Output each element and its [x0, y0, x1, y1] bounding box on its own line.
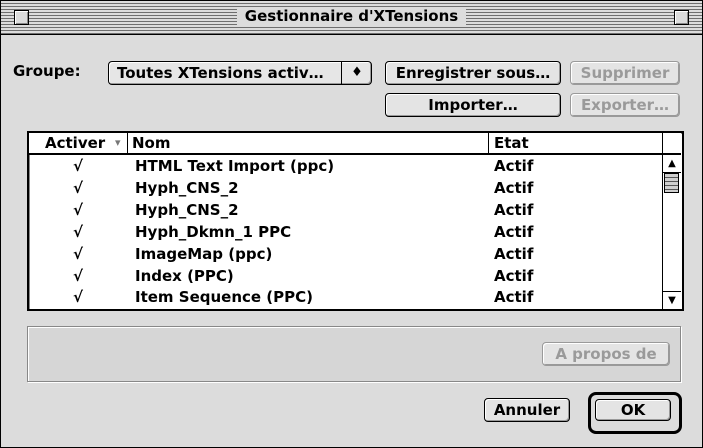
xtension-state: Actif	[494, 267, 534, 285]
xtension-state: Actif	[494, 179, 534, 197]
column-header-enable[interactable]: Activer	[45, 133, 105, 153]
delete-button[interactable]: Supprimer	[570, 61, 680, 85]
xtension-state: Actif	[494, 288, 534, 306]
column-header-state[interactable]: Etat	[494, 133, 529, 153]
list-row[interactable]: √ Hyph_Dkmn_1 PPC Actif	[29, 221, 662, 243]
xtension-name: Hyph_CNS_2	[135, 201, 239, 219]
title-bar[interactable]: Gestionnaire d'XTensions	[1, 1, 702, 35]
scroll-up-arrow-icon[interactable]: ▲	[663, 155, 681, 173]
cancel-button[interactable]: Annuler	[484, 398, 570, 422]
group-selected-value: Toutes XTensions activ…	[117, 64, 324, 82]
enabled-checkmark[interactable]: √	[73, 221, 83, 243]
xtension-name: ImageMap (ppc)	[135, 245, 273, 263]
scroll-thumb[interactable]	[664, 173, 679, 193]
scroll-down-arrow-icon[interactable]: ▼	[663, 291, 681, 309]
save-as-button[interactable]: Enregistrer sous…	[385, 61, 561, 85]
xtension-state: Actif	[494, 223, 534, 241]
enabled-checkmark[interactable]: √	[73, 177, 83, 199]
enabled-checkmark[interactable]: √	[73, 287, 83, 307]
enabled-checkmark[interactable]: √	[73, 199, 83, 221]
list-row[interactable]: √ HTML Text Import (ppc) Actif	[29, 155, 662, 177]
xtension-name: Hyph_Dkmn_1 PPC	[135, 223, 292, 241]
sort-indicator-icon: ▾	[115, 136, 121, 149]
group-label: Groupe:	[13, 62, 81, 80]
list-header: Activer ▾ Nom Etat	[29, 133, 662, 155]
ok-button[interactable]: OK	[595, 399, 671, 421]
vertical-scrollbar[interactable]: ▲ ▼	[662, 133, 681, 309]
list-row[interactable]: √ Hyph_CNS_2 Actif	[29, 199, 662, 221]
list-row[interactable]: √ Index (PPC) Actif	[29, 265, 662, 287]
import-button[interactable]: Importer…	[385, 93, 561, 117]
xtension-name: Item Sequence (PPC)	[135, 288, 314, 306]
xtension-name: Index (PPC)	[135, 267, 234, 285]
xtension-name: Hyph_CNS_2	[135, 179, 239, 197]
zoom-box[interactable]	[674, 10, 689, 25]
xtension-state: Actif	[494, 201, 534, 219]
window-title: Gestionnaire d'XTensions	[236, 7, 467, 25]
description-panel: A propos de	[27, 326, 681, 382]
column-header-name[interactable]: Nom	[132, 133, 171, 153]
enabled-checkmark[interactable]: √	[73, 155, 83, 177]
list-row[interactable]: √ ImageMap (ppc) Actif	[29, 243, 662, 265]
xtension-state: Actif	[494, 245, 534, 263]
xtension-name: HTML Text Import (ppc)	[135, 157, 335, 175]
list-row[interactable]: √ Hyph_CNS_2 Actif	[29, 177, 662, 199]
xtension-state: Actif	[494, 157, 534, 175]
about-button[interactable]: A propos de	[542, 342, 670, 366]
xtensions-list[interactable]: Activer ▾ Nom Etat √ HTML Text Import (p…	[27, 131, 684, 311]
enabled-checkmark[interactable]: √	[73, 243, 83, 265]
list-row[interactable]: √ Item Sequence (PPC) Actif	[29, 287, 662, 307]
export-button[interactable]: Exporter…	[570, 93, 680, 117]
group-popup-menu[interactable]: Toutes XTensions activ… ♦	[108, 61, 372, 85]
enabled-checkmark[interactable]: √	[73, 265, 83, 287]
xtensions-manager-window: Gestionnaire d'XTensions Groupe: Toutes …	[0, 0, 703, 448]
popup-arrows-icon: ♦	[351, 65, 363, 80]
